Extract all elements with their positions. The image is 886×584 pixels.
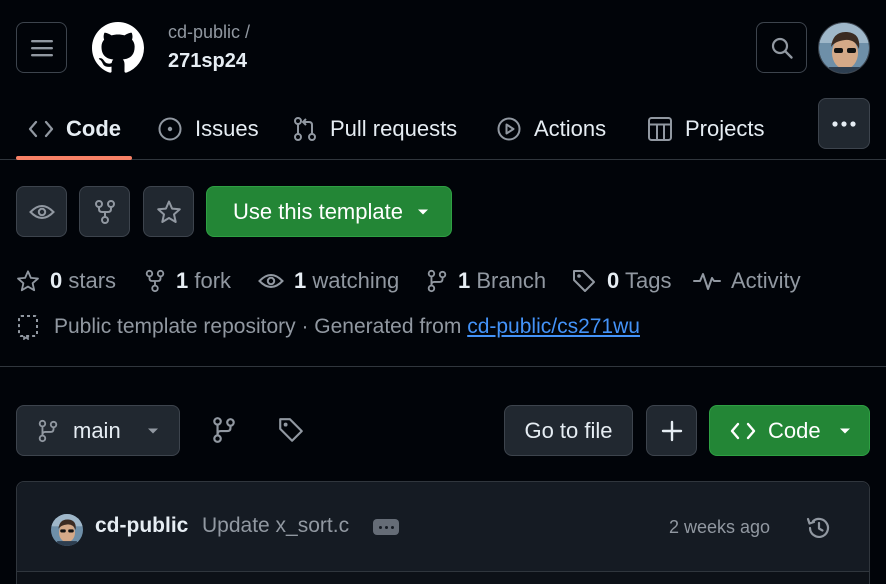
template-source-link[interactable]: cd-public/cs271wu (467, 315, 640, 338)
watchers-link[interactable]: 1 watching (258, 262, 399, 300)
tags-link[interactable]: 0 Tags (571, 262, 671, 300)
git-branch-icon (426, 269, 448, 293)
go-to-file-label: Go to file (524, 417, 613, 443)
use-template-label: Use this template (233, 198, 403, 224)
watch-button[interactable] (16, 186, 67, 237)
code-dropdown-button[interactable]: Code (709, 405, 870, 456)
star-icon (16, 269, 40, 293)
tab-projects-label: Projects (685, 116, 765, 141)
table-icon (647, 116, 673, 142)
section-divider (0, 366, 886, 367)
tab-actions[interactable]: Actions (496, 98, 606, 160)
commit-expand-button[interactable] (373, 519, 399, 535)
forks-link[interactable]: 1 fork (144, 262, 231, 300)
commit-message[interactable]: Update x_sort.c (202, 514, 349, 538)
triangle-down-icon (839, 427, 851, 435)
search-button[interactable] (756, 22, 807, 73)
tab-issues[interactable]: Issues (157, 98, 259, 160)
stars-count: 0 (50, 268, 63, 293)
go-to-file-button[interactable]: Go to file (504, 405, 633, 456)
user-avatar[interactable] (818, 22, 870, 74)
tab-issues-label: Issues (195, 116, 259, 141)
eye-icon (258, 272, 284, 290)
fork-icon (94, 199, 116, 225)
code-button-label: Code (768, 417, 821, 443)
eye-icon (28, 203, 55, 221)
branch-count: 1 (458, 268, 471, 293)
branches-link[interactable]: 1 Branch (426, 262, 546, 300)
tab-code[interactable]: Code (28, 98, 121, 160)
more-tabs-button[interactable] (818, 98, 870, 149)
pulse-icon (693, 270, 721, 292)
template-info: Public template repository · Generated f… (16, 310, 640, 344)
kebab-horizontal-icon (831, 120, 857, 128)
watching-count: 1 (294, 268, 307, 293)
tab-pull-requests[interactable]: Pull requests (292, 98, 457, 160)
star-button[interactable] (143, 186, 194, 237)
pull-request-icon (292, 116, 318, 142)
use-template-button[interactable]: Use this template (206, 186, 452, 237)
search-icon (770, 36, 794, 60)
forks-label: fork (194, 268, 232, 293)
repo-template-icon (16, 314, 40, 340)
fork-button[interactable] (79, 186, 130, 237)
active-tab-indicator (16, 156, 132, 160)
git-branch-icon (37, 419, 59, 443)
code-icon (730, 421, 756, 441)
branches-icon[interactable] (212, 416, 236, 444)
play-icon (496, 116, 522, 142)
tags-label: Tags (624, 268, 672, 293)
latest-commit-box: cd-public Update x_sort.c 2 weeks ago (16, 481, 870, 584)
code-icon (28, 119, 54, 139)
tab-code-label: Code (66, 116, 121, 141)
repo-header: cd-public / 271sp24 Code Issues Pull req… (0, 0, 886, 160)
stars-link[interactable]: 0 stars (16, 262, 116, 300)
stars-label: stars (68, 268, 117, 293)
tags-count: 0 (607, 268, 620, 293)
watching-label: watching (312, 268, 400, 293)
menu-button[interactable] (16, 22, 67, 73)
commit-author-avatar[interactable] (51, 514, 83, 546)
tag-icon[interactable] (277, 416, 305, 444)
commit-author[interactable]: cd-public (95, 514, 188, 538)
activity-link[interactable]: Activity (693, 262, 801, 300)
latest-commit-row: cd-public Update x_sort.c 2 weeks ago (17, 482, 869, 572)
plus-icon (661, 420, 683, 442)
tab-pull-requests-label: Pull requests (330, 116, 458, 141)
star-icon (156, 199, 182, 225)
forks-count: 1 (176, 268, 189, 293)
history-icon[interactable] (805, 514, 833, 542)
tag-icon (571, 268, 597, 294)
tab-projects[interactable]: Projects (647, 98, 764, 160)
hamburger-icon (30, 38, 54, 58)
branch-selector[interactable]: main (16, 405, 180, 456)
tab-actions-label: Actions (534, 116, 607, 141)
branch-name: main (73, 417, 121, 443)
activity-label: Activity (731, 268, 801, 293)
github-logo-icon[interactable] (92, 22, 144, 79)
issue-icon (157, 116, 183, 142)
repo-name-link[interactable]: 271sp24 (168, 50, 247, 73)
triangle-down-icon (147, 427, 159, 435)
template-info-text: Public template repository · Generated f… (54, 315, 462, 338)
repo-owner-link[interactable]: cd-public / (168, 22, 250, 43)
commit-time: 2 weeks ago (669, 517, 771, 537)
fork-icon (144, 269, 166, 293)
add-file-button[interactable] (646, 405, 697, 456)
triangle-down-icon (417, 208, 429, 216)
branch-label: Branch (476, 268, 547, 293)
